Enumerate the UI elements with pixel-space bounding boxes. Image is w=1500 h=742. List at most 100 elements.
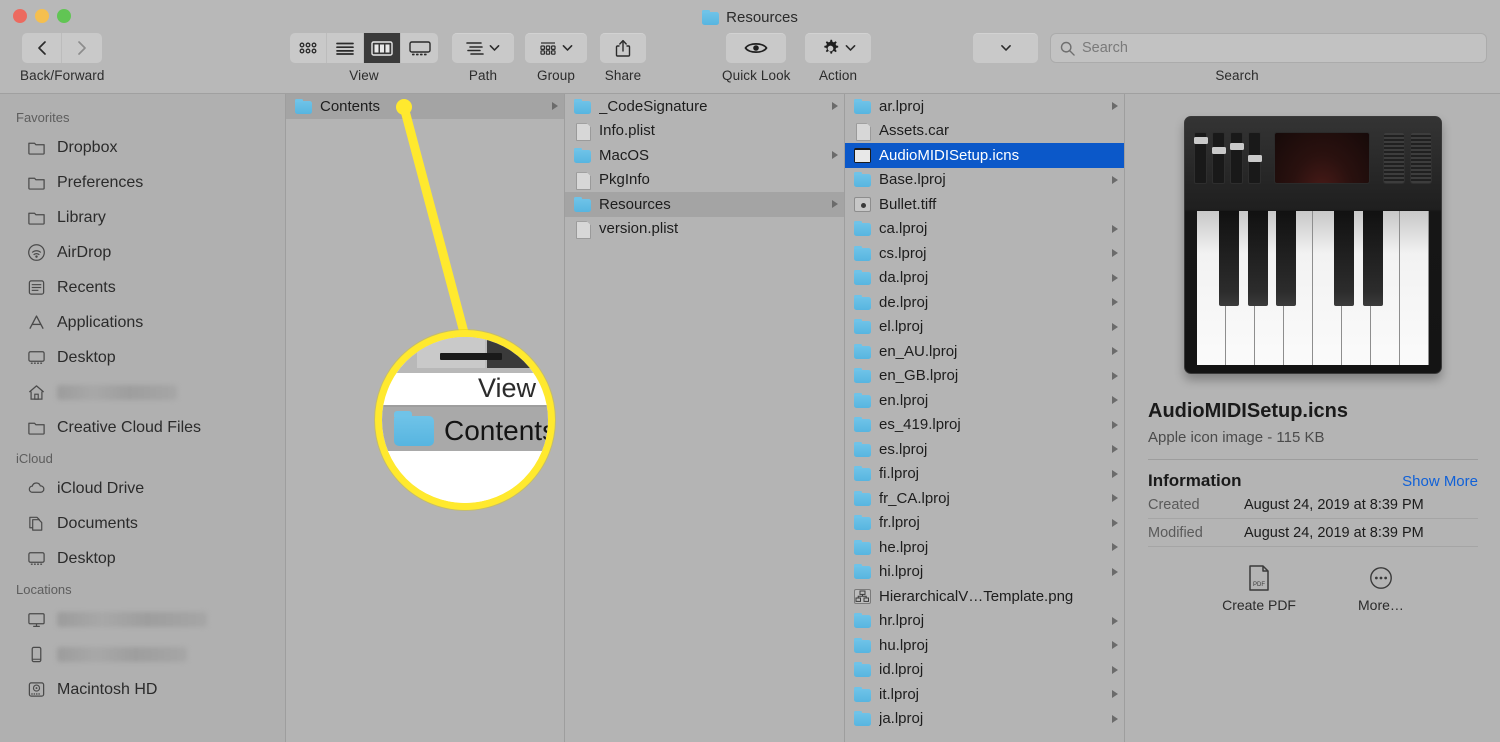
file-row[interactable]: Contents <box>286 94 564 119</box>
file-row[interactable]: en_GB.lproj <box>845 364 1124 389</box>
disclosure-arrow-icon[interactable] <box>1112 665 1118 674</box>
forward-button[interactable] <box>62 33 102 63</box>
disclosure-arrow-icon[interactable] <box>1112 543 1118 552</box>
sidebar-item-library[interactable]: Library <box>0 200 285 235</box>
back-button[interactable] <box>22 33 63 63</box>
sidebar-item-creative-cloud-files[interactable]: Creative Cloud Files <box>0 410 285 445</box>
disclosure-arrow-icon[interactable] <box>1112 102 1118 111</box>
file-row[interactable]: AudioMIDISetup.icns <box>845 143 1124 168</box>
disclosure-arrow-icon[interactable] <box>1112 690 1118 699</box>
disclosure-arrow-icon[interactable] <box>1112 322 1118 331</box>
file-row[interactable]: es.lproj <box>845 437 1124 462</box>
disclosure-arrow-icon[interactable] <box>1112 641 1118 650</box>
disclosure-arrow-icon[interactable] <box>1112 371 1118 380</box>
file-row[interactable]: hr.lproj <box>845 609 1124 634</box>
disclosure-arrow-icon[interactable] <box>832 151 838 160</box>
disclosure-arrow-icon[interactable] <box>1112 469 1118 478</box>
file-row[interactable]: it.lproj <box>845 682 1124 707</box>
path-button[interactable] <box>452 33 514 63</box>
disclosure-arrow-icon[interactable] <box>832 102 838 111</box>
file-row[interactable]: hu.lproj <box>845 633 1124 658</box>
sidebar-item-item-0[interactable] <box>0 602 285 637</box>
file-row[interactable]: Info.plist <box>565 119 844 144</box>
column-view-button[interactable] <box>364 33 401 63</box>
disclosure-arrow-icon[interactable] <box>1112 420 1118 429</box>
file-row[interactable]: id.lproj <box>845 658 1124 683</box>
list-view-button[interactable] <box>327 33 364 63</box>
folder-icon <box>574 147 591 163</box>
gallery-view-button[interactable] <box>401 33 438 63</box>
file-row[interactable]: he.lproj <box>845 535 1124 560</box>
file-row[interactable]: de.lproj <box>845 290 1124 315</box>
sidebar-item-dropbox[interactable]: Dropbox <box>0 130 285 165</box>
file-row[interactable]: ja.lproj <box>845 707 1124 732</box>
sidebar[interactable]: Favorites Dropbox Preferences Library AirDro… <box>0 94 286 742</box>
disclosure-arrow-icon[interactable] <box>832 200 838 209</box>
share-group: Share <box>600 33 646 83</box>
column-resources[interactable]: ar.lproj Assets.car AudioMIDISetup.icns Bas… <box>845 94 1125 742</box>
file-row[interactable]: da.lproj <box>845 266 1124 291</box>
file-row[interactable]: _CodeSignature <box>565 94 844 119</box>
file-row[interactable]: Assets.car <box>845 119 1124 144</box>
disclosure-arrow-icon[interactable] <box>1112 298 1118 307</box>
sidebar-item-icloud-drive[interactable]: iCloud Drive <box>0 471 285 506</box>
sidebar-item-airdrop[interactable]: AirDrop <box>0 235 285 270</box>
disclosure-arrow-icon[interactable] <box>552 102 558 111</box>
quick-look-button[interactable] <box>726 33 787 63</box>
disclosure-arrow-icon[interactable] <box>1112 347 1118 356</box>
sidebar-item-item-7[interactable] <box>0 375 285 410</box>
disclosure-arrow-icon[interactable] <box>1112 494 1118 503</box>
disclosure-arrow-icon[interactable] <box>1112 249 1118 258</box>
file-row[interactable]: HierarchicalV…Template.png <box>845 584 1124 609</box>
search-input[interactable]: Search <box>1050 33 1487 63</box>
action-button[interactable] <box>805 33 871 63</box>
folder-icon <box>27 142 45 155</box>
file-row[interactable]: cs.lproj <box>845 241 1124 266</box>
file-row[interactable]: fi.lproj <box>845 462 1124 487</box>
disclosure-arrow-icon[interactable] <box>1112 175 1118 184</box>
column-bundle[interactable]: _CodeSignature Info.plist MacOS PkgInfo Reso… <box>565 94 845 742</box>
disclosure-arrow-icon[interactable] <box>1112 396 1118 405</box>
disclosure-arrow-icon[interactable] <box>1112 445 1118 454</box>
sidebar-item-macintosh-hd[interactable]: Macintosh HD <box>0 672 285 707</box>
disclosure-arrow-icon[interactable] <box>1112 714 1118 723</box>
disclosure-arrow-icon[interactable] <box>1112 616 1118 625</box>
sidebar-item-applications[interactable]: Applications <box>0 305 285 340</box>
show-more-link[interactable]: Show More <box>1402 473 1478 490</box>
file-row-label: ar.lproj <box>879 97 925 115</box>
file-row[interactable]: fr.lproj <box>845 511 1124 536</box>
file-row[interactable]: en_AU.lproj <box>845 339 1124 364</box>
file-row[interactable]: Base.lproj <box>845 168 1124 193</box>
sidebar-item-desktop[interactable]: Desktop <box>0 541 285 576</box>
disclosure-arrow-icon[interactable] <box>1112 273 1118 282</box>
file-row[interactable]: MacOS <box>565 143 844 168</box>
file-row[interactable]: ar.lproj <box>845 94 1124 119</box>
sidebar-item-preferences[interactable]: Preferences <box>0 165 285 200</box>
file-row[interactable]: PkgInfo <box>565 168 844 193</box>
arrange-popup-button[interactable] <box>973 33 1038 63</box>
view-mode-segmented[interactable] <box>290 33 438 63</box>
sidebar-item-item-1[interactable] <box>0 637 285 672</box>
file-row[interactable]: fr_CA.lproj <box>845 486 1124 511</box>
folder-icon <box>574 98 591 114</box>
disclosure-arrow-icon[interactable] <box>1112 518 1118 527</box>
sidebar-item-desktop[interactable]: Desktop <box>0 340 285 375</box>
file-row[interactable]: ca.lproj <box>845 217 1124 242</box>
group-button[interactable] <box>525 33 587 63</box>
file-row[interactable]: Resources <box>565 192 844 217</box>
disclosure-arrow-icon[interactable] <box>1112 567 1118 576</box>
create-pdf-button[interactable]: PDF Create PDF <box>1222 564 1296 613</box>
sidebar-item-documents[interactable]: Documents <box>0 506 285 541</box>
file-row[interactable]: el.lproj <box>845 315 1124 340</box>
file-row[interactable]: Bullet.tiff <box>845 192 1124 217</box>
more-button[interactable]: More… <box>1358 564 1404 613</box>
file-row[interactable]: en.lproj <box>845 388 1124 413</box>
file-row[interactable]: hi.lproj <box>845 560 1124 585</box>
share-button[interactable] <box>600 33 646 63</box>
file-row[interactable]: es_419.lproj <box>845 413 1124 438</box>
file-row[interactable]: version.plist <box>565 217 844 242</box>
disclosure-arrow-icon[interactable] <box>1112 224 1118 233</box>
sidebar-item-recents[interactable]: Recents <box>0 270 285 305</box>
back-forward-segmented[interactable] <box>22 33 103 63</box>
icon-view-button[interactable] <box>290 33 327 63</box>
